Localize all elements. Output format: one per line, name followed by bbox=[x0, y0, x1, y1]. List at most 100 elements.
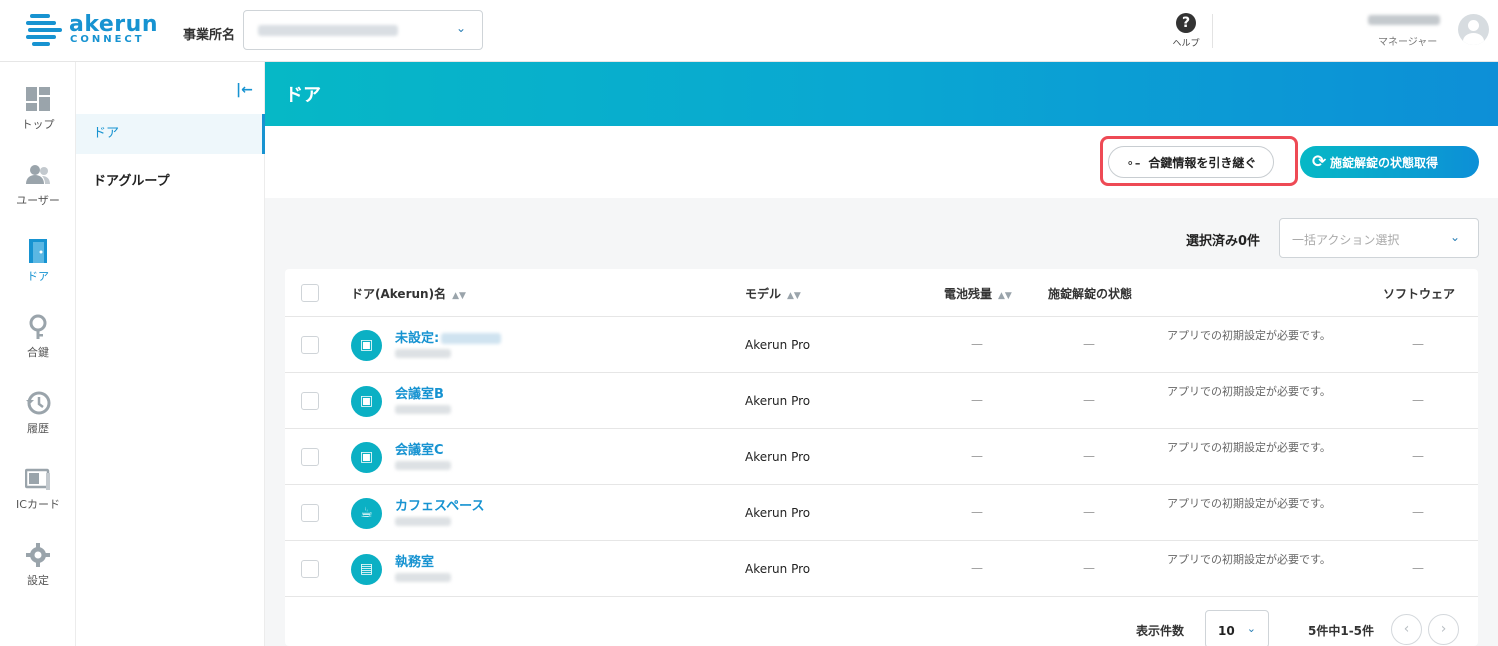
bulk-action-select[interactable]: 一括アクション選択 ⌄ bbox=[1279, 218, 1479, 258]
lock-status-cell: — bbox=[1083, 561, 1095, 575]
chevron-down-icon: ⌄ bbox=[1449, 230, 1460, 244]
meeting-room-icon: ▣ bbox=[351, 386, 382, 417]
user-role: マネージャー bbox=[1378, 37, 1438, 48]
nav-item-history[interactable]: 履歴 bbox=[0, 390, 76, 460]
avatar-body bbox=[1463, 33, 1484, 45]
fetch-lock-status-button[interactable]: ⟳ 施錠解錠の状態取得 bbox=[1300, 146, 1479, 178]
software-cell: — bbox=[1412, 393, 1424, 407]
prev-page-button[interactable]: ‹ bbox=[1391, 614, 1422, 645]
door-name-text: 未設定: bbox=[395, 331, 440, 346]
door-name-link[interactable]: カフェスペース bbox=[395, 495, 484, 514]
table-header: ドア(Akerun)名 ▲▼ モデル ▲▼ 電池残量 ▲▼ 施錠解錠の状態 ソフトウェ… bbox=[285, 269, 1478, 317]
nav-item-keys[interactable]: 合鍵 bbox=[0, 314, 76, 384]
row-checkbox[interactable] bbox=[301, 336, 319, 354]
app-header: akerun CONNECT 事業所名 ⌄ ? ヘルプ マネージャー bbox=[0, 0, 1498, 62]
setup-note: アプリでの初期設定が必要です。 bbox=[1167, 497, 1331, 510]
battery-cell: — bbox=[971, 337, 983, 351]
lock-status-cell: — bbox=[1083, 337, 1095, 351]
row-checkbox[interactable] bbox=[301, 448, 319, 466]
office-name-redacted bbox=[258, 25, 398, 36]
table-row[interactable]: ▣ 未設定: Akerun Pro — — アプリでの初期設定が必要です。 — bbox=[285, 317, 1478, 373]
ic-card-icon bbox=[25, 468, 50, 490]
logo-subtext: CONNECT bbox=[70, 34, 145, 45]
setup-note: アプリでの初期設定が必要です。 bbox=[1167, 329, 1331, 342]
nav-label: ユーザー bbox=[16, 194, 60, 207]
door-name-link[interactable]: 執務室 bbox=[395, 551, 434, 570]
battery-cell: — bbox=[971, 505, 983, 519]
akerun-logo[interactable]: akerun CONNECT bbox=[26, 12, 157, 48]
subnav-item-door[interactable]: ドア bbox=[76, 114, 265, 154]
action-bar: ⚬– 合鍵情報を引き継ぐ ⟳ 施錠解錠の状態取得 bbox=[265, 126, 1498, 198]
software-cell: — bbox=[1412, 449, 1424, 463]
model-cell: Akerun Pro bbox=[745, 562, 811, 576]
column-header-battery[interactable]: 電池残量 ▲▼ bbox=[944, 285, 1012, 302]
column-header-software: ソフトウェア bbox=[1383, 287, 1456, 301]
row-checkbox[interactable] bbox=[301, 504, 319, 522]
door-name-link[interactable]: 会議室C bbox=[395, 439, 444, 458]
software-cell: — bbox=[1412, 337, 1424, 351]
nav-item-settings[interactable]: 設定 bbox=[0, 542, 76, 612]
nav-item-door[interactable]: ドア bbox=[0, 238, 76, 308]
header-divider bbox=[1212, 14, 1213, 48]
door-name-link[interactable]: 会議室B bbox=[395, 383, 444, 402]
avatar-head bbox=[1468, 20, 1479, 31]
setup-note: アプリでの初期設定が必要です。 bbox=[1167, 385, 1331, 398]
nav-item-users[interactable]: ユーザー bbox=[0, 162, 76, 232]
cafe-icon: ☕ bbox=[351, 498, 382, 529]
key-icon bbox=[29, 314, 47, 339]
row-checkbox[interactable] bbox=[301, 392, 319, 410]
model-cell: Akerun Pro bbox=[745, 450, 811, 464]
chevron-down-icon: ⌄ bbox=[1246, 622, 1256, 635]
user-name-redacted bbox=[1368, 15, 1440, 25]
office-select[interactable]: ⌄ bbox=[243, 10, 483, 50]
key-icon: ⚬– bbox=[1125, 156, 1141, 170]
table-row[interactable]: ▣ 会議室C Akerun Pro — — アプリでの初期設定が必要です。 — bbox=[285, 429, 1478, 485]
column-header-model[interactable]: モデル ▲▼ bbox=[745, 285, 801, 302]
refresh-icon: ⟳ bbox=[1312, 152, 1327, 172]
selected-count: 選択済み0件 bbox=[1186, 234, 1261, 249]
pagination-range: 5件中1-5件 bbox=[1308, 624, 1375, 638]
battery-cell: — bbox=[971, 393, 983, 407]
column-header-lock-status: 施錠解錠の状態 bbox=[1048, 287, 1133, 301]
software-cell: — bbox=[1412, 561, 1424, 575]
transfer-key-info-label: 合鍵情報を引き継ぐ bbox=[1148, 155, 1257, 170]
select-all-checkbox[interactable] bbox=[301, 284, 319, 302]
lock-status-cell: — bbox=[1083, 393, 1095, 407]
help-icon: ? bbox=[1176, 13, 1196, 33]
avatar[interactable] bbox=[1458, 14, 1489, 45]
door-name-link[interactable]: 未設定: bbox=[395, 327, 502, 346]
nav-label: ICカード bbox=[16, 498, 60, 511]
history-icon bbox=[26, 391, 51, 415]
column-header-name[interactable]: ドア(Akerun)名 ▲▼ bbox=[351, 285, 466, 302]
row-checkbox[interactable] bbox=[301, 560, 319, 578]
model-cell: Akerun Pro bbox=[745, 338, 811, 352]
door-table: ドア(Akerun)名 ▲▼ モデル ▲▼ 電池残量 ▲▼ 施錠解錠の状態 ソフトウェ… bbox=[285, 269, 1478, 646]
door-icon: ▣ bbox=[351, 330, 382, 361]
per-page-value: 10 bbox=[1218, 624, 1235, 638]
table-row[interactable]: ▣ 会議室B Akerun Pro — — アプリでの初期設定が必要です。 — bbox=[285, 373, 1478, 429]
nav-item-ic-card[interactable]: ICカード bbox=[0, 466, 76, 536]
door-icon bbox=[29, 239, 47, 263]
nav-item-top[interactable]: トップ bbox=[0, 86, 76, 156]
column-header-model-label: モデル bbox=[745, 287, 782, 301]
collapse-sidebar-icon[interactable]: |← bbox=[236, 82, 253, 98]
table-row[interactable]: ▤ 執務室 Akerun Pro — — アプリでの初期設定が必要です。 — bbox=[285, 541, 1478, 597]
setup-note: アプリでの初期設定が必要です。 bbox=[1167, 441, 1331, 454]
door-serial-redacted bbox=[395, 517, 451, 526]
help-label: ヘルプ bbox=[1172, 39, 1200, 49]
door-serial-redacted bbox=[395, 461, 451, 470]
per-page-select[interactable]: 10 ⌄ bbox=[1205, 610, 1269, 646]
next-page-button[interactable]: › bbox=[1428, 614, 1459, 645]
dashboard-icon bbox=[26, 87, 50, 111]
column-header-battery-label: 電池残量 bbox=[944, 287, 993, 301]
door-serial-redacted bbox=[395, 349, 451, 358]
subnav-item-door-group[interactable]: ドアグループ bbox=[76, 162, 265, 202]
nav-label: 合鍵 bbox=[27, 346, 49, 359]
page-title-bar: ドア bbox=[265, 62, 1498, 126]
page-title: ドア bbox=[285, 85, 321, 106]
table-row[interactable]: ☕ カフェスペース Akerun Pro — — アプリでの初期設定が必要です。… bbox=[285, 485, 1478, 541]
fetch-lock-status-label: 施錠解錠の状態取得 bbox=[1330, 155, 1439, 170]
help-button[interactable]: ? ヘルプ bbox=[1166, 12, 1206, 49]
transfer-key-info-button[interactable]: ⚬– 合鍵情報を引き継ぐ bbox=[1108, 146, 1274, 178]
lock-status-cell: — bbox=[1083, 449, 1095, 463]
